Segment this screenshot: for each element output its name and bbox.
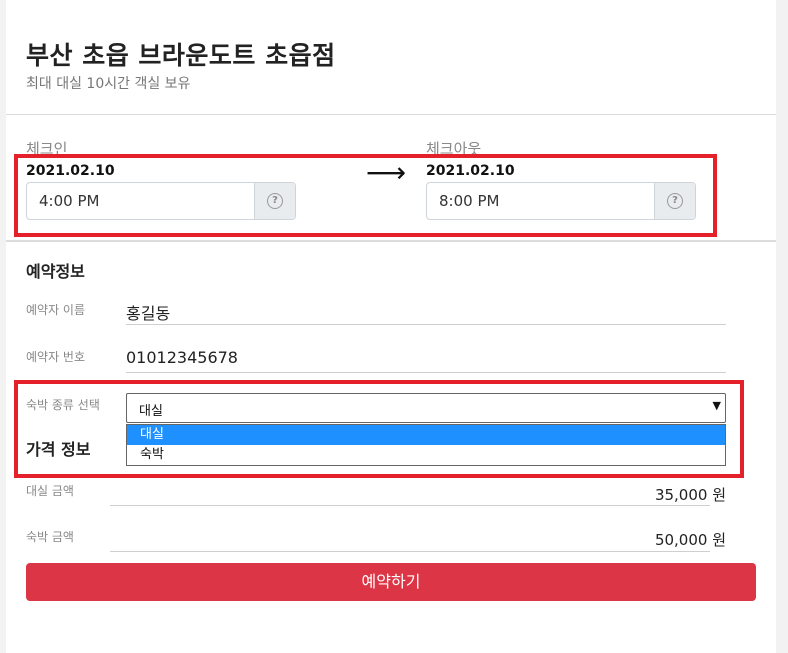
- phone-underline: [126, 372, 726, 373]
- phone-value[interactable]: 01012345678: [126, 348, 238, 367]
- time-highlight-box: [14, 154, 717, 237]
- name-label: 예약자 이름: [26, 303, 86, 317]
- reservation-card: 부산 초읍 브라운도트 초읍점 최대 대실 10시간 객실 보유 체크인 체크아…: [6, 0, 776, 653]
- stay-price-value: 50,000 원: [654, 531, 726, 549]
- reserve-button[interactable]: 예약하기: [26, 563, 756, 601]
- stay-price-underline: [110, 551, 710, 552]
- reservation-section-title: 예약정보: [26, 262, 85, 281]
- name-value[interactable]: 홍길동: [126, 300, 170, 324]
- select-highlight-box: [14, 380, 744, 478]
- rental-price-value: 35,000 원: [654, 486, 726, 504]
- name-underline: [126, 324, 726, 325]
- page-subtitle: 최대 대실 10시간 객실 보유: [26, 76, 191, 92]
- rental-price-underline: [110, 505, 710, 506]
- page-title: 부산 초읍 브라운도트 초읍점: [26, 41, 336, 70]
- rental-price-label: 대실 금액: [26, 484, 74, 498]
- stay-price-label: 숙박 금액: [26, 530, 74, 544]
- phone-label: 예약자 번호: [26, 350, 86, 364]
- header: 부산 초읍 브라운도트 초읍점 최대 대실 10시간 객실 보유: [6, 0, 776, 115]
- time-section: 체크인 체크아웃 2021.02.10 4:00 PM ? ⟶ 2021.02.…: [6, 116, 776, 242]
